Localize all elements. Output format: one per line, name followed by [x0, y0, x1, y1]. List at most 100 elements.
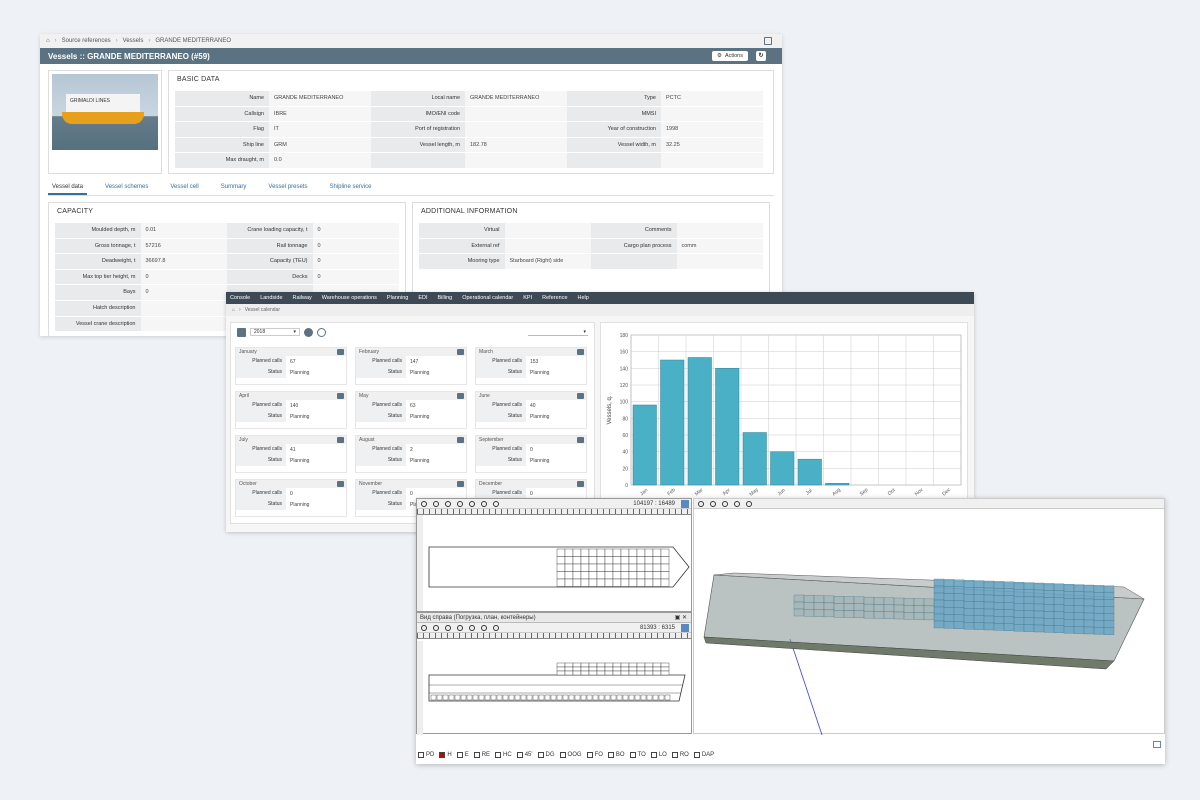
container-cell[interactable]: [556, 548, 566, 557]
view-icon[interactable]: [457, 624, 463, 631]
container-cell[interactable]: [572, 571, 582, 580]
bar[interactable]: [632, 404, 657, 486]
container-cell[interactable]: [628, 563, 638, 572]
container-cell[interactable]: [652, 578, 662, 587]
container-cell[interactable]: [620, 670, 630, 676]
container-cell[interactable]: [644, 556, 654, 565]
checkbox[interactable]: [418, 752, 424, 758]
tab-vessel-data[interactable]: Vessel data: [48, 182, 88, 195]
view-select[interactable]: ▾: [528, 329, 588, 336]
legend-item[interactable]: HC: [495, 752, 512, 758]
breadcrumb-item[interactable]: Vessels: [123, 38, 144, 44]
home-icon[interactable]: ⌂: [232, 307, 235, 313]
container-cell[interactable]: [652, 662, 662, 668]
add-icon[interactable]: [317, 327, 326, 337]
container-cell[interactable]: [660, 662, 670, 668]
container-cell[interactable]: [652, 563, 662, 572]
container-cell[interactable]: [478, 694, 485, 701]
zoom-icon[interactable]: [493, 500, 499, 507]
container-cell[interactable]: [644, 548, 654, 557]
container-cell[interactable]: [514, 694, 521, 701]
container-cell[interactable]: [636, 666, 646, 672]
container-cell[interactable]: [664, 694, 671, 701]
container-cell[interactable]: [598, 694, 605, 701]
container-cell[interactable]: [588, 556, 598, 565]
edit-icon[interactable]: [337, 437, 344, 443]
container-cell[interactable]: [644, 670, 654, 676]
checkbox[interactable]: [516, 752, 523, 758]
container-cell[interactable]: [454, 694, 461, 701]
container-cell[interactable]: [564, 548, 574, 557]
container-cell[interactable]: [580, 563, 590, 572]
menu-item[interactable]: Operational calendar: [462, 295, 513, 301]
close-icon[interactable]: ▣ ✕: [675, 613, 687, 623]
edit-icon[interactable]: [457, 481, 464, 487]
menu-item[interactable]: EDI: [418, 295, 427, 301]
container-cell[interactable]: [556, 563, 566, 572]
container-cell[interactable]: [580, 662, 590, 668]
container-cell[interactable]: [636, 556, 646, 565]
container-cell[interactable]: [596, 670, 606, 676]
container-cell[interactable]: [628, 578, 638, 587]
container-cell[interactable]: [660, 563, 670, 572]
rotate-icon[interactable]: [698, 500, 704, 507]
view-icon[interactable]: [746, 500, 752, 507]
legend-item[interactable]: FO: [586, 752, 603, 758]
bar[interactable]: [742, 432, 767, 486]
bar[interactable]: [797, 458, 822, 486]
legend-item[interactable]: H: [439, 752, 452, 758]
checkbox[interactable]: [537, 752, 544, 758]
edit-icon[interactable]: [577, 349, 584, 355]
tab-vessel-presets[interactable]: Vessel presets: [264, 182, 311, 195]
bar[interactable]: [770, 451, 795, 486]
rotate-icon[interactable]: [421, 500, 427, 507]
container-cell[interactable]: [658, 694, 665, 701]
container-cell[interactable]: [652, 571, 662, 580]
container-cell[interactable]: [532, 694, 539, 701]
container-cell[interactable]: [634, 694, 641, 701]
container-cell[interactable]: [628, 666, 638, 672]
container-cell[interactable]: [660, 556, 670, 565]
edit-icon[interactable]: [337, 393, 344, 399]
container-cell[interactable]: [562, 694, 569, 701]
calendar-icon[interactable]: [237, 327, 246, 337]
container-cell[interactable]: [596, 578, 606, 587]
container-cell[interactable]: [588, 548, 598, 557]
container-cell[interactable]: [620, 571, 630, 580]
container-cell[interactable]: [544, 694, 551, 701]
view-icon[interactable]: [433, 624, 439, 631]
refresh-button[interactable]: ↻: [756, 51, 766, 61]
tab-vessel-schemes[interactable]: Vessel schemes: [101, 182, 152, 195]
container-cell[interactable]: [620, 556, 630, 565]
container-cell[interactable]: [612, 556, 622, 565]
container-cell[interactable]: [472, 694, 479, 701]
container-cell[interactable]: [604, 571, 614, 580]
home-icon[interactable]: ⌂: [46, 38, 50, 44]
container-cell[interactable]: [628, 571, 638, 580]
edit-icon[interactable]: [577, 481, 584, 487]
view-icon[interactable]: [722, 500, 728, 507]
legend-item[interactable]: E: [456, 752, 469, 758]
filter-icon[interactable]: [304, 327, 313, 337]
container-cell[interactable]: [568, 694, 575, 701]
fit-icon[interactable]: [681, 623, 689, 632]
legend-item[interactable]: PD: [418, 752, 434, 758]
container-cell[interactable]: [616, 694, 623, 701]
tab-shipline-service[interactable]: Shipline service: [325, 182, 375, 195]
view-icon[interactable]: [433, 500, 439, 507]
menu-item[interactable]: Console: [230, 295, 250, 301]
container-cell[interactable]: [644, 666, 654, 672]
tab-summary[interactable]: Summary: [217, 182, 251, 195]
view-icon[interactable]: [469, 624, 475, 631]
container-cell[interactable]: [564, 666, 574, 672]
container-cell[interactable]: [596, 556, 606, 565]
container-cell[interactable]: [612, 548, 622, 557]
container-cell[interactable]: [644, 563, 654, 572]
container-cell[interactable]: [572, 578, 582, 587]
container-cell[interactable]: [604, 662, 614, 668]
container-cell[interactable]: [620, 548, 630, 557]
container-cell[interactable]: [604, 563, 614, 572]
container-cell[interactable]: [652, 670, 662, 676]
edit-icon[interactable]: [337, 481, 344, 487]
fit-icon[interactable]: [681, 499, 689, 508]
